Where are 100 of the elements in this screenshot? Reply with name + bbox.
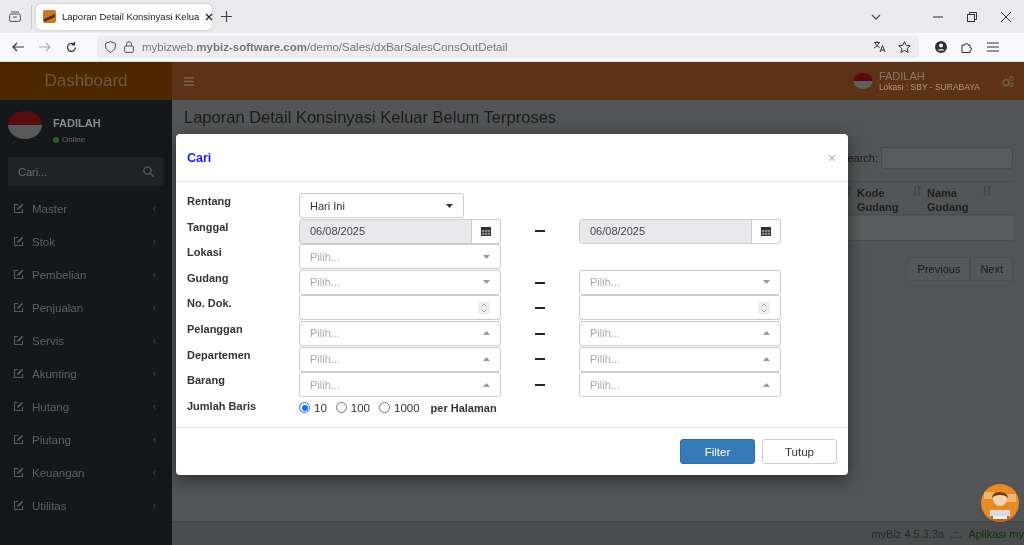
range-dash xyxy=(535,307,545,310)
sidebar-item[interactable]: Piutang xyxy=(0,423,172,456)
status-dot xyxy=(53,136,59,143)
search-label: earch: xyxy=(847,152,878,164)
sidebar-item[interactable]: Stok xyxy=(0,225,172,258)
edit-icon xyxy=(13,434,24,445)
field-label: No. Dok. xyxy=(187,296,233,312)
menu-icon[interactable] xyxy=(987,42,999,52)
select-field[interactable]: Pilih... xyxy=(299,320,501,346)
calendar-button[interactable] xyxy=(472,218,501,244)
radio-button[interactable] xyxy=(379,402,390,414)
field-label: Pelanggan xyxy=(187,321,244,337)
address-bar[interactable]: mybizweb.mybiz-software.com/demo/Sales/dxBarSalesConsOutDetail xyxy=(97,36,919,58)
chevron-left-icon xyxy=(151,303,158,312)
range-dash xyxy=(535,230,545,233)
field-label: Jumlah Baris xyxy=(187,398,258,414)
radio-button[interactable] xyxy=(299,402,310,414)
brand-title[interactable]: Dashboard xyxy=(0,62,172,100)
flag-avatar xyxy=(852,73,873,89)
caret-down-icon xyxy=(446,203,453,208)
user-location: Lokasi : SBY - SURABAYA xyxy=(878,82,980,92)
back-icon[interactable] xyxy=(12,42,24,52)
chevron-left-icon xyxy=(151,501,158,510)
sidebar-item[interactable]: Utilitas xyxy=(0,489,172,522)
date-field[interactable]: 06/08/2025 xyxy=(579,218,752,244)
browser-tab[interactable]: Laporan Detail Konsinyasi Kelua xyxy=(36,3,212,30)
chevron-left-icon xyxy=(151,369,158,378)
field-label: Tanggal xyxy=(187,219,230,235)
close-icon[interactable] xyxy=(205,12,214,21)
sidebar-item[interactable]: Master xyxy=(0,192,172,225)
radio-label[interactable]: 100 xyxy=(350,401,370,414)
select-field[interactable]: Pilih... xyxy=(579,269,781,295)
range-dash xyxy=(535,383,545,386)
select-field[interactable]: Pilih... xyxy=(299,372,501,398)
select-field[interactable]: Pilih... xyxy=(579,346,781,372)
radio-label[interactable]: 1000 xyxy=(394,401,420,414)
field-label: Lokasi xyxy=(187,245,223,261)
tab-list-icon[interactable] xyxy=(9,11,21,22)
filter-button[interactable]: Filter xyxy=(680,439,755,464)
page-title: Laporan Detail Konsinyasi Keluar Belum Terproses xyxy=(184,108,558,127)
field-label: Departemen xyxy=(187,347,252,363)
dialog-title: Cari xyxy=(187,150,213,165)
sidebar-item[interactable]: Penjualan xyxy=(0,291,172,324)
sidebar-item[interactable]: Keuangan xyxy=(0,456,172,489)
edit-icon xyxy=(13,401,24,412)
edit-icon xyxy=(13,302,24,313)
sidebar-item[interactable]: Pembelian xyxy=(0,258,172,291)
range-dropdown[interactable]: Hari Ini xyxy=(299,193,464,218)
extensions-icon[interactable] xyxy=(961,41,973,53)
field-label: Gudang xyxy=(187,270,230,286)
edit-icon xyxy=(13,236,24,247)
select-field[interactable]: Pilih... xyxy=(579,372,781,398)
range-dash xyxy=(535,281,545,284)
date-field[interactable]: 06/08/2025 xyxy=(299,218,472,244)
calendar-button[interactable] xyxy=(752,218,781,244)
pagination-button[interactable]: Next xyxy=(970,257,1013,281)
user-name: FADILAH xyxy=(53,117,101,129)
number-field[interactable] xyxy=(299,295,501,321)
app-name-text: Aplikasi my xyxy=(968,527,1024,540)
calendar-icon xyxy=(481,226,491,237)
account-icon[interactable] xyxy=(935,41,947,53)
user-name[interactable]: FADILAH xyxy=(878,70,980,82)
select-field[interactable]: Pilih... xyxy=(579,320,781,346)
edit-icon xyxy=(13,335,24,346)
sidebar-item[interactable]: Hutang xyxy=(0,390,172,423)
close-icon[interactable] xyxy=(1001,11,1011,22)
edit-icon xyxy=(13,203,24,214)
chevron-left-icon xyxy=(151,468,158,477)
chevron-left-icon xyxy=(151,237,158,246)
favicon-icon xyxy=(43,10,56,23)
radio-button[interactable] xyxy=(335,402,347,414)
edit-icon xyxy=(13,467,24,478)
star-icon[interactable] xyxy=(898,41,911,53)
flag-avatar xyxy=(8,111,42,139)
range-dash xyxy=(535,358,545,361)
lock-icon xyxy=(124,41,134,53)
edit-icon xyxy=(13,368,24,379)
select-field[interactable]: Pilih... xyxy=(299,269,501,295)
select-field[interactable]: Pilih... xyxy=(299,244,501,270)
sidebar-search-field[interactable]: Cari... xyxy=(8,157,164,186)
chevron-left-icon xyxy=(151,270,158,279)
range-dash xyxy=(535,332,545,335)
field-label: Rentang xyxy=(187,194,232,209)
user-status: Online xyxy=(62,135,86,144)
sidebar-item[interactable]: Akunting xyxy=(0,357,172,390)
close-button[interactable]: Tutup xyxy=(762,439,837,464)
chevron-left-icon xyxy=(151,402,158,411)
sidebar-item[interactable]: Servis xyxy=(0,324,172,357)
calendar-icon xyxy=(761,226,771,237)
edit-icon xyxy=(13,500,24,511)
pagination-button[interactable]: Previous xyxy=(907,257,971,281)
plus-icon[interactable] xyxy=(221,11,232,22)
number-field[interactable] xyxy=(579,295,781,321)
restore-icon[interactable] xyxy=(967,11,977,22)
translate-icon[interactable] xyxy=(873,41,886,53)
radio-label[interactable]: 10 xyxy=(314,401,327,414)
shield-icon xyxy=(105,41,116,53)
chevron-left-icon xyxy=(151,336,158,345)
reload-icon[interactable] xyxy=(66,41,77,53)
select-field[interactable]: Pilih... xyxy=(299,346,501,372)
